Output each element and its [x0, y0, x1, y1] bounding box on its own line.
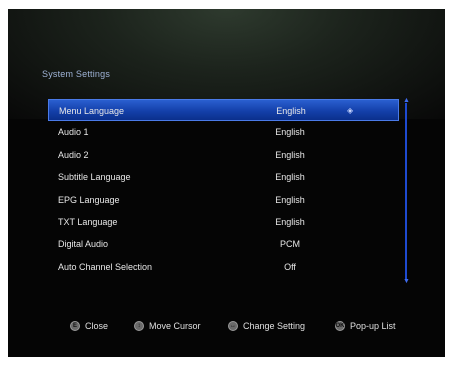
scrollbar-track	[405, 103, 407, 279]
updown-arrow-icon: ◈	[347, 106, 354, 115]
setting-row-digital-audio[interactable]: Digital Audio PCM	[48, 233, 399, 255]
setting-value: Off	[284, 261, 296, 272]
setting-value: English	[275, 172, 305, 183]
setting-row-txt-language[interactable]: TXT Language English	[48, 211, 399, 233]
setting-label: Audio 2	[58, 149, 89, 160]
ok-button-icon: OK	[335, 321, 345, 331]
setting-value: English	[275, 127, 305, 138]
footer-hints: E Close ↕ Move Cursor ↔ Change Setting O…	[8, 321, 445, 341]
setting-label: Auto Channel Selection	[58, 261, 153, 272]
hint-change-setting[interactable]: ↔ Change Setting	[228, 321, 305, 331]
setting-label: Menu Language	[59, 106, 125, 116]
settings-list: Menu Language English ◈ Audio 1 English …	[48, 99, 399, 278]
setting-value: English	[275, 216, 305, 227]
hint-label: Close	[85, 321, 109, 331]
setting-row-auto-channel-selection[interactable]: Auto Channel Selection Off	[48, 256, 399, 278]
scrollbar[interactable]: ▲ ▼	[403, 97, 410, 285]
hint-close[interactable]: E Close	[70, 321, 108, 331]
setting-label: Audio 1	[58, 127, 89, 138]
setting-label: TXT Language	[58, 216, 118, 227]
hint-move-cursor[interactable]: ↕ Move Cursor	[134, 321, 201, 331]
setting-label: EPG Language	[58, 194, 120, 205]
setting-value: PCM	[280, 239, 300, 250]
left-right-keys-icon: ↔	[228, 321, 238, 331]
hint-popup-list[interactable]: OK Pop-up List	[335, 321, 396, 331]
scroll-down-icon: ▼	[403, 278, 410, 285]
setting-value: English	[275, 194, 305, 205]
setting-row-menu-language[interactable]: Menu Language English ◈	[48, 99, 399, 122]
arrow-keys-icon: ↕	[134, 321, 144, 331]
setting-row-epg-language[interactable]: EPG Language English	[48, 189, 399, 211]
setting-row-audio-1[interactable]: Audio 1 English	[48, 121, 399, 143]
page-title: System Settings	[42, 69, 111, 79]
setting-label: Subtitle Language	[58, 172, 131, 183]
exit-button-icon: E	[70, 321, 80, 331]
setting-row-audio-2[interactable]: Audio 2 English	[48, 144, 399, 166]
hint-label: Change Setting	[243, 321, 306, 331]
setting-row-subtitle-language[interactable]: Subtitle Language English	[48, 166, 399, 188]
setting-value: English	[275, 149, 305, 160]
setting-value: English	[276, 106, 306, 116]
hint-label: Move Cursor	[149, 321, 201, 331]
hint-label: Pop-up List	[350, 321, 396, 331]
tv-screen: System Settings Menu Language English ◈ …	[8, 9, 445, 357]
setting-label: Digital Audio	[58, 239, 109, 250]
